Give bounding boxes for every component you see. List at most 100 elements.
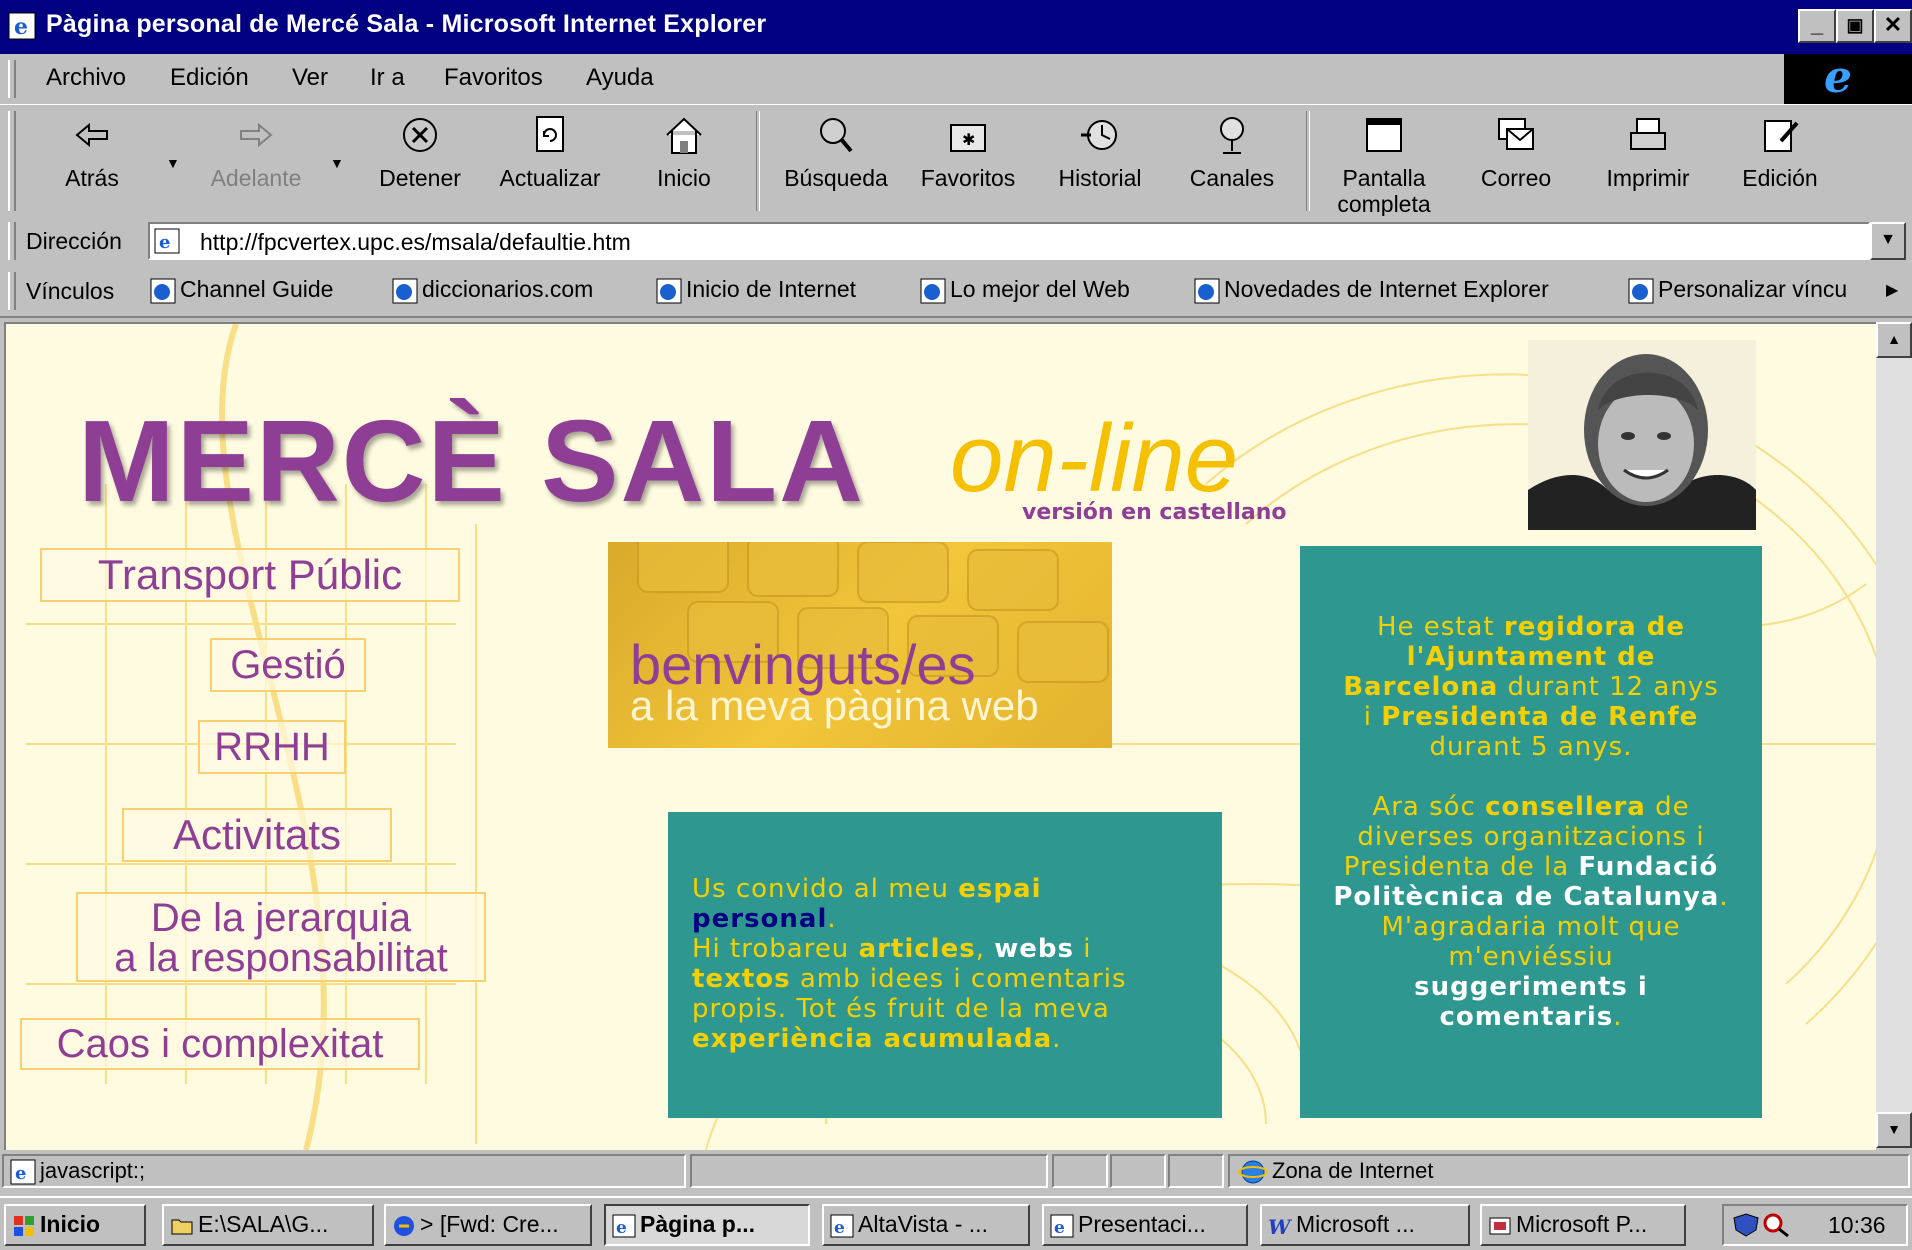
minimize-button[interactable]: _	[1798, 9, 1836, 43]
bio-highlight: l'Ajuntament de	[1406, 642, 1656, 672]
netscape-icon	[394, 1215, 414, 1236]
intro-articles-link[interactable]: articles	[859, 934, 976, 964]
antivirus-shield-icon[interactable]	[1732, 1212, 1760, 1238]
vertical-scrollbar[interactable]: ▲ ▼	[1876, 322, 1912, 1148]
edit-button[interactable]: Edición	[1720, 109, 1840, 213]
status-panel	[1168, 1154, 1224, 1188]
fullscreen-label: Pantalla completa	[1324, 165, 1444, 217]
tray-search-icon[interactable]	[1762, 1212, 1792, 1238]
channels-button[interactable]: Canales	[1172, 109, 1292, 213]
windows-logo-icon	[14, 1215, 34, 1236]
title-bar[interactable]: e Pàgina personal de Mercé Sala - Micros…	[0, 0, 1912, 54]
menu-archivo[interactable]: Archivo	[46, 64, 126, 92]
intro-text: ,	[975, 934, 995, 964]
link-inicio-internet[interactable]: Inicio de Internet	[656, 276, 856, 304]
search-button[interactable]: Búsqueda	[776, 109, 896, 213]
address-dropdown-icon[interactable]: ▼	[1870, 222, 1906, 260]
comments-link[interactable]: comentaris	[1440, 1002, 1614, 1032]
task-browser-active[interactable]: e Pàgina p...	[604, 1204, 810, 1246]
start-button[interactable]: Inicio	[4, 1204, 146, 1246]
refresh-label: Actualizar	[499, 165, 601, 191]
suggestions-link[interactable]: suggeriments i	[1414, 972, 1648, 1002]
home-icon	[666, 117, 702, 154]
mail-button[interactable]: Correo	[1456, 109, 1576, 213]
link-diccionarios[interactable]: diccionarios.com	[392, 276, 593, 304]
maximize-button[interactable]: ▣	[1836, 9, 1874, 43]
intro-webs-link[interactable]: webs	[994, 934, 1074, 964]
favorites-button[interactable]: ✱ Favoritos	[908, 109, 1028, 213]
task-presentacio[interactable]: e Presentaci...	[1042, 1204, 1248, 1246]
address-bar: Dirección e http://fpcvertex.upc.es/msal…	[0, 216, 1912, 267]
taskbar: Inicio E:\SALA\G... > [Fwd: Cre... e Pàgi…	[0, 1196, 1912, 1250]
home-button[interactable]: Inicio	[624, 109, 744, 213]
nav-activitats[interactable]: Activitats	[122, 808, 392, 862]
mail-label: Correo	[1480, 165, 1552, 191]
nav-transport-public[interactable]: Transport Públic	[40, 548, 460, 602]
back-button[interactable]: Atrás	[32, 109, 152, 213]
ie-page-icon: e	[8, 12, 36, 40]
links-more-chevron-icon[interactable]: ▶	[1886, 280, 1898, 300]
intro-text: Us convido al meu	[692, 874, 959, 904]
intro-text: .	[1052, 1024, 1062, 1054]
menu-edicion[interactable]: Edición	[170, 64, 249, 92]
menu-ver[interactable]: Ver	[292, 64, 328, 92]
link-personalizar[interactable]: Personalizar víncu	[1628, 276, 1882, 304]
nav-rrhh[interactable]: RRHH	[198, 720, 346, 774]
close-button[interactable]: ✕	[1874, 9, 1912, 43]
refresh-button[interactable]: Actualizar	[490, 109, 610, 213]
printer-icon	[1630, 118, 1666, 150]
link-label: Channel Guide	[180, 276, 334, 302]
fullscreen-label-line2: completa	[1337, 191, 1431, 217]
word-icon: W	[1268, 1215, 1292, 1238]
links-grip[interactable]	[8, 272, 16, 310]
task-word[interactable]: W Microsoft ...	[1260, 1204, 1470, 1246]
favorites-label: Favoritos	[920, 165, 1016, 191]
bio-box: He estat regidora de l'Ajuntament de Bar…	[1300, 546, 1762, 1118]
stop-button[interactable]: Detener	[360, 109, 480, 213]
scroll-up-icon[interactable]: ▲	[1876, 322, 1912, 358]
nav-jerarquia[interactable]: De la jerarquia a la responsabilitat	[76, 892, 486, 982]
menu-favoritos[interactable]: Favoritos	[444, 64, 543, 92]
bio-highlight: consellera	[1485, 792, 1646, 822]
nav-gestio[interactable]: Gestió	[210, 638, 366, 692]
back-dropdown-icon[interactable]: ▼	[166, 155, 180, 171]
toolbar-grip[interactable]	[8, 111, 16, 211]
nav-caos-complexitat[interactable]: Caos i complexitat	[20, 1018, 420, 1070]
svg-text:e: e	[1054, 1218, 1065, 1238]
scroll-down-icon[interactable]: ▼	[1876, 1112, 1912, 1148]
print-button[interactable]: Imprimir	[1588, 109, 1708, 213]
task-mail[interactable]: > [Fwd: Cre...	[384, 1204, 592, 1246]
address-input[interactable]: e http://fpcvertex.upc.es/msala/defaulti…	[148, 222, 1870, 260]
link-lo-mejor[interactable]: Lo mejor del Web	[920, 276, 1130, 304]
forward-label: Adelante	[210, 165, 302, 191]
bio-text: Ara sóc	[1372, 792, 1486, 822]
fundacio-link-2[interactable]: Politècnica de Catalunya	[1333, 882, 1719, 912]
forward-button[interactable]: Adelante	[196, 109, 316, 213]
intro-textos-link[interactable]: textos	[692, 964, 791, 994]
nav-jerarquia-line2: a la responsabilitat	[114, 936, 448, 980]
history-button[interactable]: Historial	[1040, 109, 1160, 213]
clock[interactable]: 10:36	[1828, 1212, 1886, 1239]
address-grip[interactable]	[8, 222, 16, 260]
history-label: Historial	[1058, 165, 1142, 191]
intro-personal-link[interactable]: personal	[692, 904, 827, 934]
fundacio-link[interactable]: Fundació	[1578, 852, 1718, 882]
toolbar-separator-2	[1306, 111, 1310, 211]
forward-dropdown-icon[interactable]: ▼	[330, 155, 344, 171]
task-altavista[interactable]: e AltaVista - ...	[822, 1204, 1030, 1246]
spanish-version-link[interactable]: versión en castellano	[1022, 500, 1287, 525]
menu-grip[interactable]	[8, 60, 16, 98]
svg-text:W: W	[1268, 1215, 1292, 1238]
menu-ir-a[interactable]: Ir a	[370, 64, 405, 92]
link-page-icon	[1194, 278, 1220, 304]
task-label: Presentaci...	[1078, 1211, 1206, 1237]
task-powerpoint[interactable]: Microsoft P...	[1480, 1204, 1686, 1246]
task-explorer[interactable]: E:\SALA\G...	[162, 1204, 374, 1246]
menu-ayuda[interactable]: Ayuda	[586, 64, 654, 92]
ie-task-icon: e	[1050, 1214, 1074, 1238]
link-label: Lo mejor del Web	[950, 276, 1130, 302]
link-channel-guide[interactable]: Channel Guide	[150, 276, 333, 304]
link-novedades[interactable]: Novedades de Internet Explorer	[1194, 276, 1549, 304]
fullscreen-button[interactable]: Pantalla completa	[1324, 109, 1444, 217]
address-label: Dirección	[26, 228, 122, 254]
